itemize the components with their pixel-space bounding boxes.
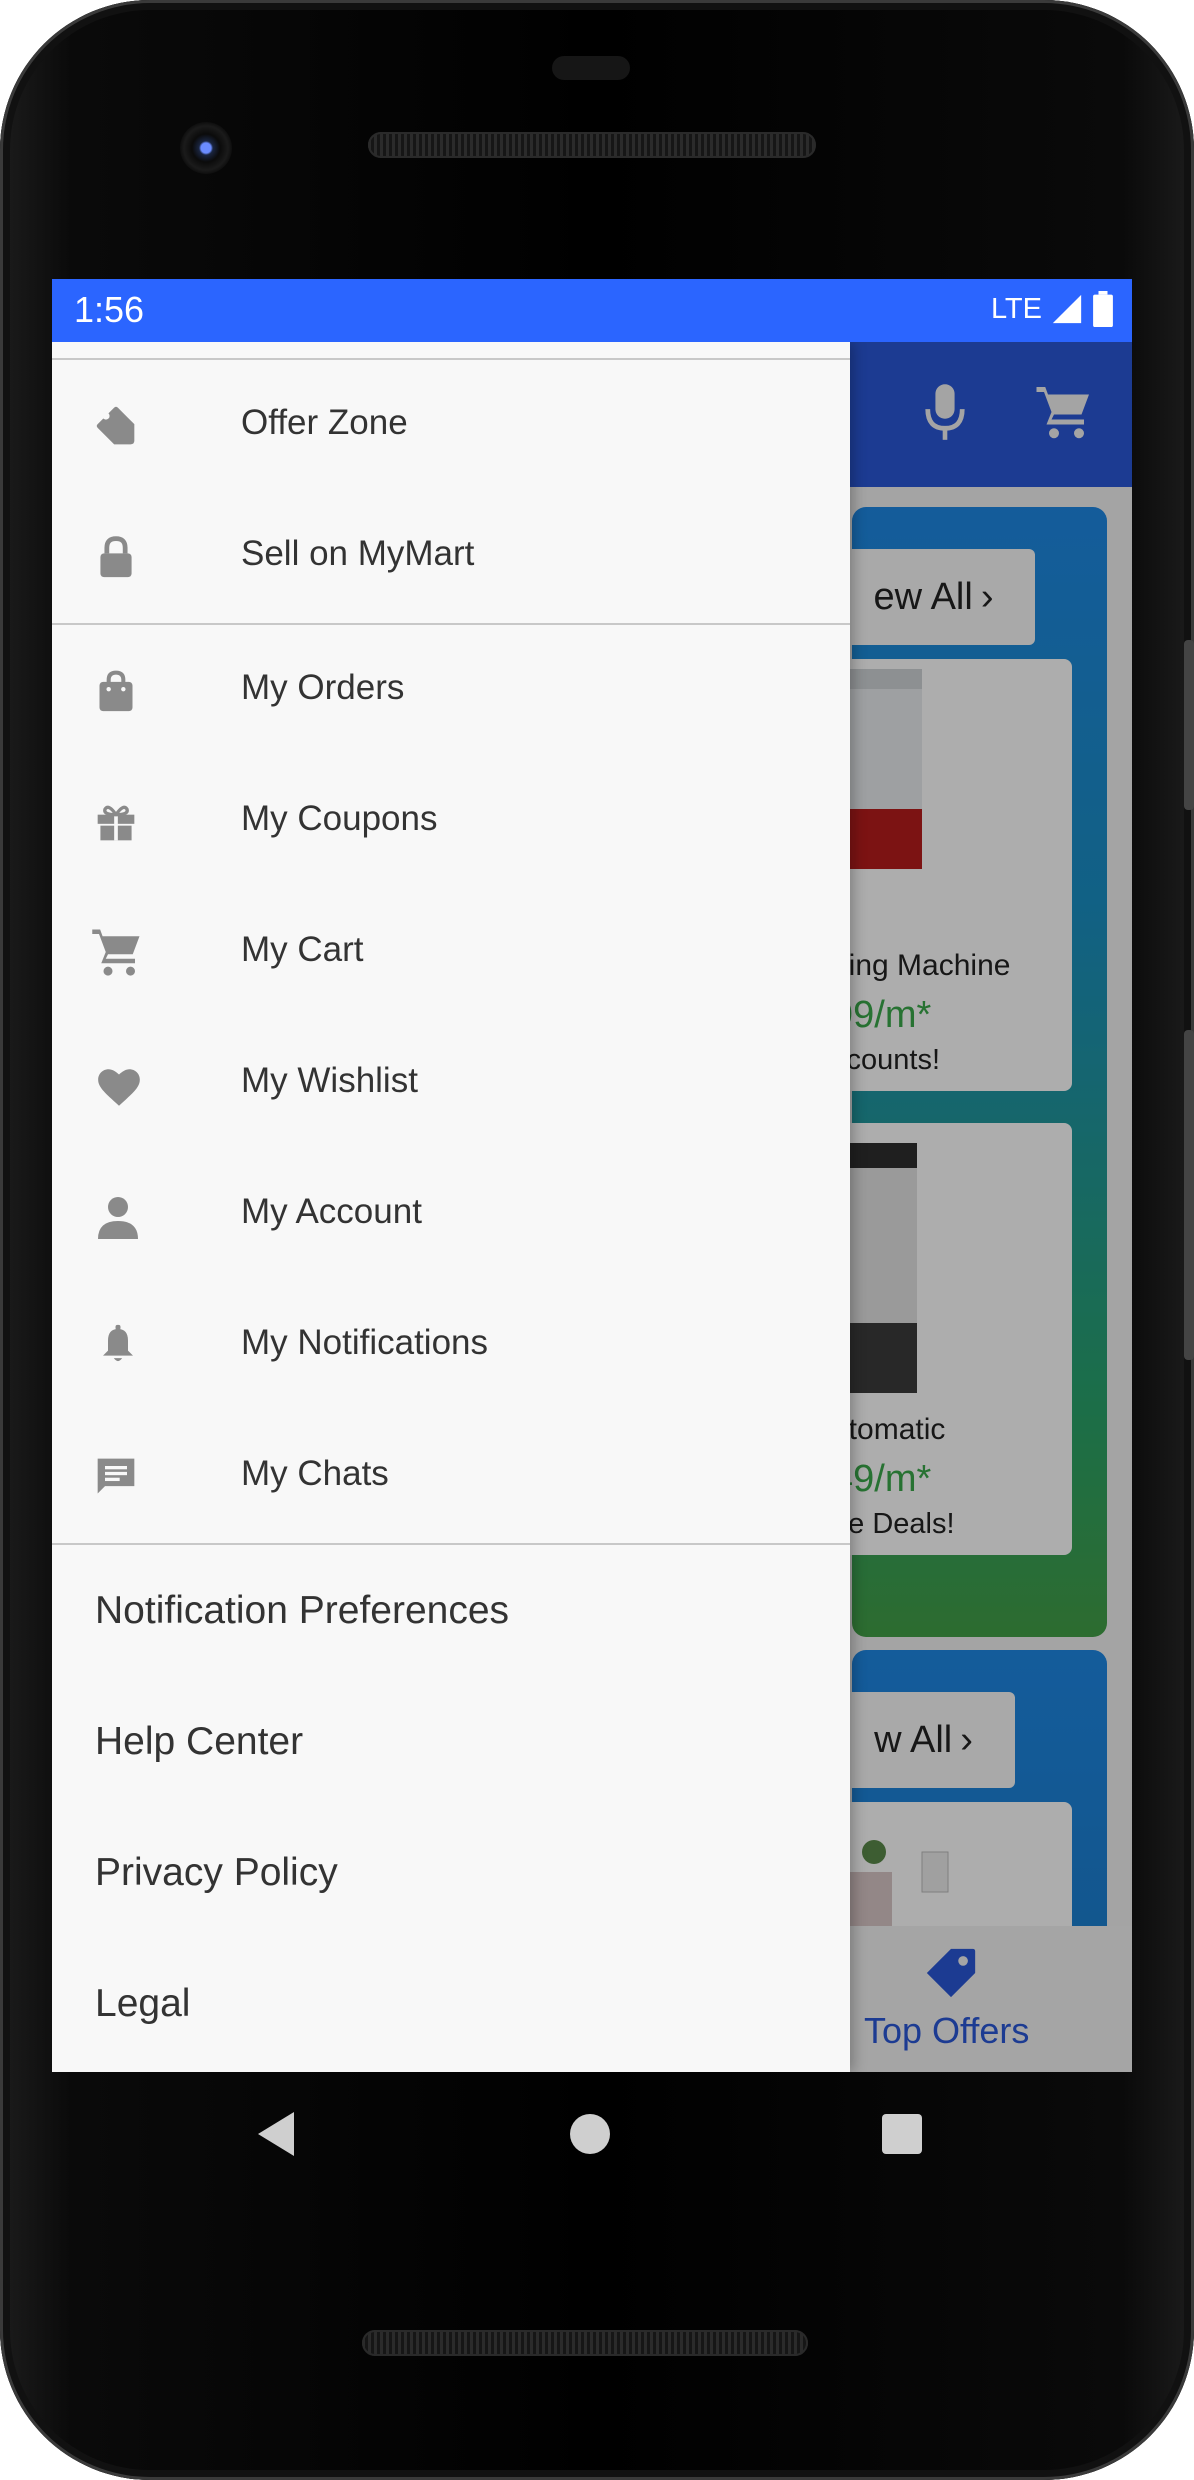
drawer-link-privacy-policy[interactable]: Privacy Policy (95, 1851, 338, 1895)
power-button (1184, 640, 1194, 810)
heart-icon (98, 1069, 140, 1106)
chat-icon (97, 1458, 135, 1494)
front-camera (180, 122, 232, 174)
drawer-item-chats[interactable]: My Chats (52, 1411, 850, 1542)
person-icon (98, 1197, 138, 1239)
back-icon[interactable] (256, 2110, 296, 2158)
lock-icon (100, 536, 132, 578)
recents-icon[interactable] (882, 2114, 922, 2154)
drawer-item-sell[interactable]: Sell on MyMart (52, 491, 850, 622)
battery-icon (1093, 291, 1113, 327)
drawer-item-cart[interactable]: My Cart (52, 887, 850, 1018)
drawer-item-label: My Orders (241, 668, 405, 707)
signal-icon (1052, 294, 1082, 324)
bell-icon (103, 1324, 133, 1362)
drawer-item-label: Sell on MyMart (241, 534, 475, 573)
status-icons: LTE (991, 291, 1114, 327)
drawer-item-orders[interactable]: My Orders (52, 625, 850, 756)
navigation-drawer: Offer Zone Sell on MyMart My Orders My C… (52, 342, 850, 2072)
status-time: 1:56 (74, 289, 145, 330)
gift-icon (97, 805, 135, 841)
volume-button (1184, 1030, 1194, 1360)
system-navigation-bar (0, 2072, 1194, 2202)
drawer-item-offer-zone[interactable]: Offer Zone (52, 360, 850, 491)
cart-icon (92, 929, 140, 976)
drawer-item-coupons[interactable]: My Coupons (52, 756, 850, 887)
drawer-link-notification-preferences[interactable]: Notification Preferences (95, 1589, 509, 1633)
drawer-item-notifications[interactable]: My Notifications (52, 1280, 850, 1411)
drawer-item-label: My Account (241, 1192, 422, 1231)
drawer-item-account[interactable]: My Account (52, 1149, 850, 1280)
shopping-bag-icon (99, 670, 133, 712)
sensor-slot (552, 56, 630, 80)
drawer-link-legal[interactable]: Legal (95, 1982, 190, 2026)
drawer-item-label: My Notifications (241, 1323, 489, 1362)
screen: 1:56 LTE ew All › hing Machine 99/m* sco… (52, 279, 1132, 2072)
divider (52, 1543, 850, 1545)
drawer-item-label: My Wishlist (241, 1061, 418, 1100)
status-bar: 1:56 LTE (52, 279, 1132, 342)
drawer-item-label: My Chats (241, 1454, 389, 1493)
network-type: LTE (990, 292, 1042, 325)
tag-icon (96, 406, 135, 445)
phone-frame: 1:56 LTE ew All › hing Machine 99/m* sco… (0, 0, 1194, 2480)
drawer-item-wishlist[interactable]: My Wishlist (52, 1018, 850, 1149)
home-icon[interactable] (570, 2114, 610, 2154)
drawer-item-label: Offer Zone (241, 403, 408, 442)
earpiece-speaker (368, 132, 816, 158)
drawer-item-label: My Coupons (241, 799, 438, 838)
drawer-link-help-center[interactable]: Help Center (95, 1720, 303, 1764)
bottom-speaker (362, 2330, 808, 2356)
drawer-item-label: My Cart (241, 930, 364, 969)
